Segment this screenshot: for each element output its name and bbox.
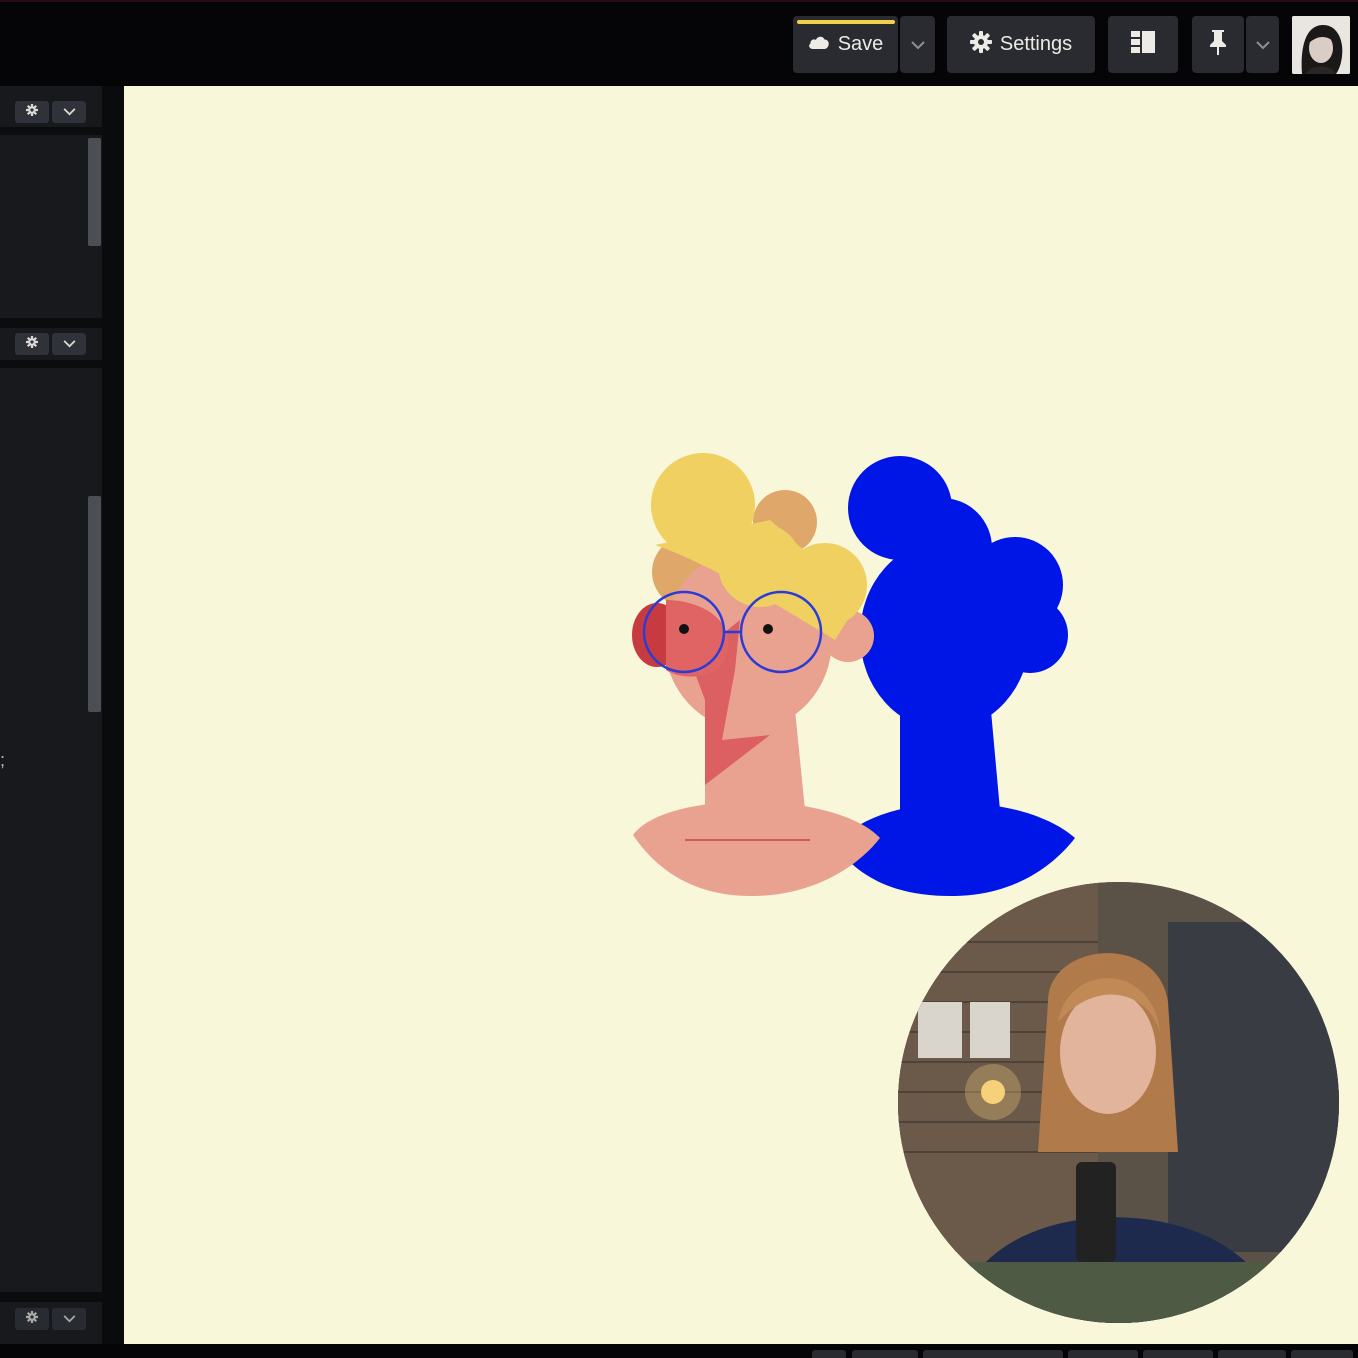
- chevron-down-icon: [63, 335, 76, 353]
- bottom-tab[interactable]: [1068, 1350, 1138, 1358]
- save-progress-accent: [797, 20, 895, 24]
- panel-settings-button[interactable]: [15, 333, 49, 355]
- save-options-button[interactable]: [900, 16, 935, 73]
- chevron-down-icon: [63, 1310, 76, 1328]
- gear-icon: [26, 103, 38, 121]
- save-label: Save: [837, 33, 884, 55]
- settings-label: Settings: [999, 33, 1073, 55]
- bottom-tab[interactable]: [1143, 1350, 1213, 1358]
- panel-divider: [0, 1292, 102, 1302]
- gear-icon: [969, 30, 992, 59]
- layout-panels-icon: [1131, 30, 1155, 59]
- pink-figure: [632, 453, 880, 897]
- chevron-down-icon: [910, 33, 925, 56]
- panel-gutter[interactable]: [102, 86, 124, 1344]
- top-toolbar: Save Settings: [0, 0, 1358, 86]
- panel-collapse-button[interactable]: [52, 1308, 86, 1330]
- panel-divider: [0, 127, 102, 135]
- panel-settings-button[interactable]: [15, 101, 49, 123]
- panel-divider: [0, 360, 102, 368]
- blue-figure: [835, 456, 1075, 897]
- chevron-down-icon: [63, 103, 76, 121]
- panel-settings-button[interactable]: [15, 1308, 49, 1330]
- app-window: Save Settings ;: [0, 0, 1358, 1358]
- bottom-tab[interactable]: [852, 1350, 918, 1358]
- bottom-tab[interactable]: [1218, 1350, 1286, 1358]
- panel-collapse-button[interactable]: [52, 333, 86, 355]
- bottom-tab[interactable]: [812, 1350, 846, 1358]
- panel-collapse-button[interactable]: [52, 101, 86, 123]
- pin-icon: [1209, 29, 1227, 61]
- design-canvas[interactable]: [124, 86, 1358, 1344]
- panel-divider: [0, 318, 102, 328]
- save-button[interactable]: Save: [793, 16, 898, 73]
- panel-text-fragment: ;: [0, 750, 6, 770]
- panel-scrollbar[interactable]: [88, 138, 101, 246]
- layout-button[interactable]: [1108, 16, 1178, 73]
- bottom-tab[interactable]: [923, 1350, 1063, 1358]
- pin-options-button[interactable]: [1246, 16, 1279, 73]
- chevron-down-icon: [1255, 33, 1270, 56]
- gear-icon: [26, 335, 38, 353]
- gear-icon: [26, 1310, 38, 1328]
- left-panel: [0, 86, 102, 1344]
- webcam-overlay[interactable]: [898, 882, 1339, 1323]
- cloud-icon: [808, 33, 830, 56]
- user-avatar[interactable]: [1292, 16, 1350, 74]
- panel-scrollbar[interactable]: [88, 496, 101, 712]
- settings-button[interactable]: Settings: [947, 16, 1095, 73]
- bottom-status-bar: [0, 1344, 1358, 1358]
- bottom-tab[interactable]: [1291, 1350, 1353, 1358]
- pin-button[interactable]: [1192, 16, 1244, 73]
